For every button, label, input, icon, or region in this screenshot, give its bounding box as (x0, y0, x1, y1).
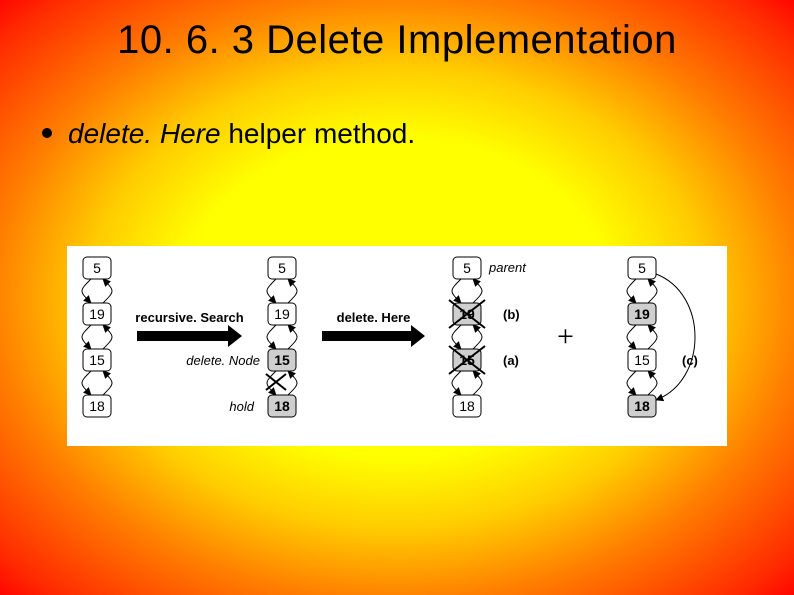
svg-text:19: 19 (274, 306, 290, 322)
svg-text:5: 5 (93, 260, 101, 276)
svg-text:15: 15 (89, 352, 105, 368)
diagram-panel: 5 19 15 18 5 19 15 delete. Node 18 hold 5 parent 19 (… (67, 246, 727, 446)
svg-text:18: 18 (89, 398, 105, 414)
svg-text:parent: parent (488, 260, 527, 275)
svg-text:18: 18 (459, 398, 475, 414)
svg-text:delete. Here: delete. Here (337, 310, 411, 325)
svg-text:5: 5 (638, 260, 646, 276)
diagram-svg: 5 19 15 18 5 19 15 delete. Node 18 hold 5 parent 19 (… (67, 246, 727, 446)
svg-text:recursive. Search: recursive. Search (135, 310, 243, 325)
svg-text:(b): (b) (503, 307, 520, 322)
bullet-rest: helper method. (221, 118, 416, 149)
svg-text:hold: hold (229, 399, 254, 414)
svg-text:5: 5 (278, 260, 286, 276)
svg-text:(a): (a) (503, 353, 519, 368)
plus-icon: + (557, 320, 574, 353)
slide-title: 10. 6. 3 Delete Implementation (0, 18, 794, 63)
svg-text:5: 5 (463, 260, 471, 276)
svg-text:18: 18 (634, 398, 650, 414)
svg-text:19: 19 (634, 306, 650, 322)
bullet-em: delete. Here (68, 118, 221, 149)
bullet-line: delete. Here helper method. (42, 118, 415, 150)
slide: 10. 6. 3 Delete Implementation delete. H… (0, 0, 794, 595)
bullet-dot (42, 128, 52, 138)
svg-text:delete. Node: delete. Node (186, 353, 260, 368)
svg-text:15: 15 (274, 352, 290, 368)
svg-text:15: 15 (634, 352, 650, 368)
svg-text:19: 19 (89, 306, 105, 322)
svg-text:18: 18 (274, 398, 290, 414)
